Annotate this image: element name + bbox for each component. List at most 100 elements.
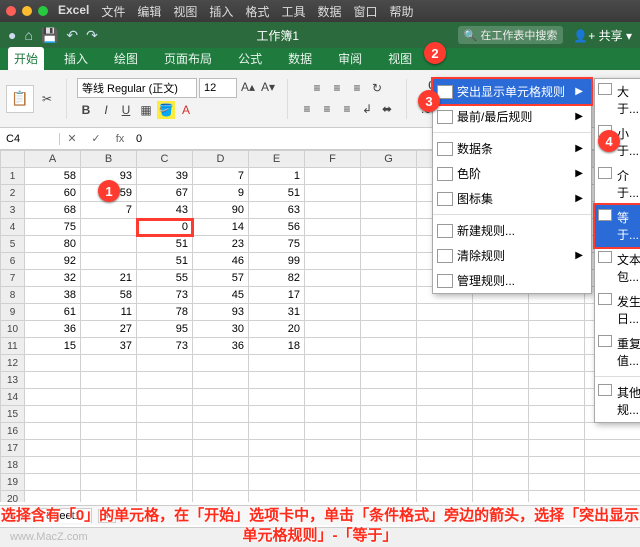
border-button[interactable]: ▦ [137,101,155,119]
row-header[interactable]: 18 [1,457,25,474]
submenu-item[interactable]: 重复值... [595,331,640,373]
cell[interactable] [473,457,529,474]
row-header[interactable]: 2 [1,185,25,202]
cell[interactable]: 57 [193,270,249,287]
align-mid-icon[interactable]: ≡ [328,79,346,97]
cell[interactable] [81,219,137,236]
menu-item[interactable]: 图标集▶ [433,186,591,211]
cell[interactable]: 27 [81,321,137,338]
row-header[interactable]: 5 [1,236,25,253]
row-header[interactable]: 15 [1,406,25,423]
submenu-item[interactable]: 文本包... [595,247,640,289]
autosave-icon[interactable]: ● [8,27,16,43]
cell[interactable] [249,389,305,406]
submenu-item[interactable]: 大于... [595,79,640,121]
cell[interactable]: 15 [25,338,81,355]
menu-item[interactable]: 突出显示单元格规则▶ [433,79,591,104]
align-top-icon[interactable]: ≡ [308,79,326,97]
col-header[interactable]: E [249,151,305,168]
cell[interactable] [137,372,193,389]
merge-icon[interactable]: ⬌ [378,100,396,118]
cell[interactable] [529,423,585,440]
tab-data[interactable]: 数据 [282,47,318,70]
font-color-button[interactable]: A [177,101,195,119]
cell[interactable] [305,491,361,503]
cell[interactable]: 14 [193,219,249,236]
cell[interactable] [361,219,417,236]
row-header[interactable]: 1 [1,168,25,185]
fx-icon[interactable]: fx [108,133,132,145]
tab-home[interactable]: 开始 [8,47,44,70]
cell[interactable] [193,457,249,474]
cell[interactable] [81,440,137,457]
cell[interactable] [361,321,417,338]
cell[interactable] [417,304,473,321]
cell[interactable] [81,491,137,503]
tab-insert[interactable]: 插入 [58,47,94,70]
cell[interactable]: 90 [193,202,249,219]
col-header[interactable]: D [193,151,249,168]
cell[interactable] [585,423,640,440]
confirm-icon[interactable]: ✓ [84,132,108,145]
cell[interactable] [585,491,640,503]
cell[interactable]: 75 [25,219,81,236]
cell[interactable] [361,457,417,474]
menu-item[interactable]: 色阶▶ [433,161,591,186]
cell[interactable] [585,474,640,491]
redo-icon[interactable]: ↷ [86,27,98,44]
cell[interactable] [473,304,529,321]
ribbon-tabs[interactable]: 开始 插入 绘图 页面布局 公式 数据 审阅 视图 [0,48,640,70]
cell[interactable] [529,406,585,423]
cell[interactable] [305,457,361,474]
col-header[interactable]: B [81,151,137,168]
cell[interactable] [305,270,361,287]
cell[interactable] [361,406,417,423]
cell[interactable]: 30 [193,321,249,338]
cell[interactable] [305,185,361,202]
cell[interactable] [361,440,417,457]
cell[interactable] [137,423,193,440]
cell[interactable] [193,440,249,457]
menu-item[interactable]: 清除规则▶ [433,243,591,268]
cell[interactable] [137,474,193,491]
col-header[interactable]: A [25,151,81,168]
cell[interactable] [25,372,81,389]
cell[interactable]: 36 [25,321,81,338]
row-header[interactable]: 3 [1,202,25,219]
cell[interactable] [417,423,473,440]
cell[interactable]: 37 [81,338,137,355]
menu-help[interactable]: 帮助 [389,3,413,20]
col-header[interactable]: C [137,151,193,168]
cell[interactable] [305,202,361,219]
cell[interactable] [529,440,585,457]
cell[interactable]: 7 [81,202,137,219]
cell[interactable] [361,202,417,219]
cell[interactable] [529,321,585,338]
menu-format[interactable]: 格式 [245,3,269,20]
wrap-icon[interactable]: ↲ [358,100,376,118]
highlight-rules-submenu[interactable]: 大于...小于...介于...等于...文本包...发生日...重复值...其他… [594,78,640,423]
grow-font-icon[interactable]: A▴ [239,78,257,96]
menu-edit[interactable]: 编辑 [137,3,161,20]
cell[interactable]: 56 [249,219,305,236]
cell[interactable]: 80 [25,236,81,253]
cell[interactable]: 39 [137,168,193,185]
cell[interactable] [361,389,417,406]
cell[interactable] [81,423,137,440]
row-header[interactable]: 7 [1,270,25,287]
cell[interactable] [585,457,640,474]
cell[interactable] [361,423,417,440]
cell[interactable]: 31 [249,304,305,321]
cell[interactable] [305,236,361,253]
cell[interactable] [249,372,305,389]
submenu-item[interactable]: 其他规... [595,380,640,422]
tab-formula[interactable]: 公式 [232,47,268,70]
cell[interactable]: 95 [137,321,193,338]
row-header[interactable]: 6 [1,253,25,270]
align-bot-icon[interactable]: ≡ [348,79,366,97]
cell[interactable] [193,355,249,372]
cell[interactable] [25,457,81,474]
cell[interactable] [361,338,417,355]
cell[interactable] [361,185,417,202]
cell[interactable]: 51 [137,253,193,270]
